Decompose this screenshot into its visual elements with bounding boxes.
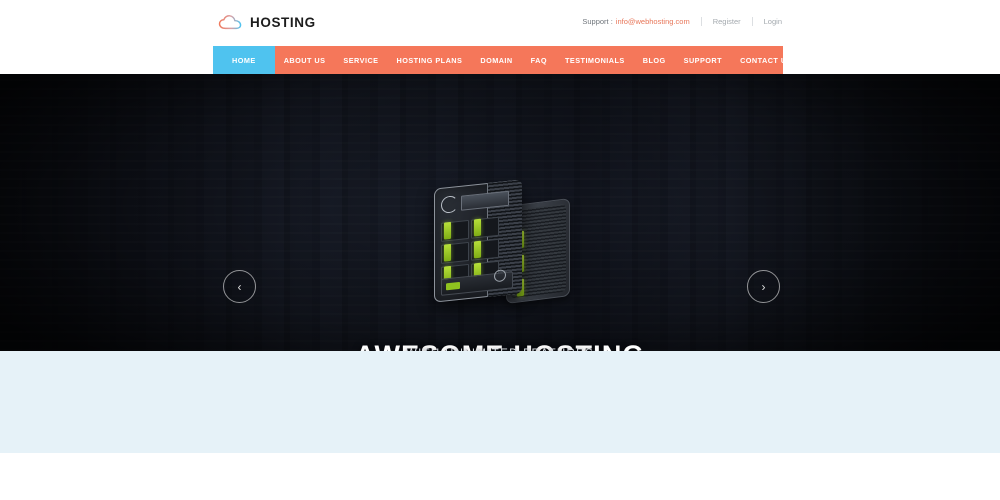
logo-text: HOSTING	[250, 15, 316, 31]
server-towers-image	[424, 178, 584, 308]
top-bar: HOSTING Support : info@webhosting.com Re…	[0, 0, 1000, 45]
support-label: Support :	[582, 17, 613, 26]
nav-item-service[interactable]: SERVICE	[334, 46, 387, 74]
server-led	[444, 243, 451, 262]
nav-item-about-us[interactable]: ABOUT US	[275, 46, 335, 74]
nav-item-domain[interactable]: DOMAIN	[471, 46, 521, 74]
nav-divider	[751, 17, 753, 26]
nav-item-testimonials[interactable]: TESTIMONIALS	[556, 46, 634, 74]
nav-item-support[interactable]: SUPPORT	[675, 46, 731, 74]
register-link[interactable]: Register	[713, 17, 741, 26]
server-led	[474, 218, 481, 237]
server-led	[474, 240, 481, 259]
domain-search-section: SEARCH YOUR DOMAIN Year (0-1 year) ▼ .co…	[0, 351, 1000, 453]
hero-carousel: AWESOME HOSTING WITH UNLIMITED FEATURES …	[0, 74, 1000, 351]
nav-item-blog[interactable]: BLOG	[634, 46, 675, 74]
features-section: OUR FEATURES	[0, 453, 1000, 500]
nav-item-faq[interactable]: FAQ	[522, 46, 556, 74]
chevron-left-icon: ‹	[237, 279, 242, 294]
server-led	[444, 221, 451, 240]
hosting-landing-page: HOSTING Support : info@webhosting.com Re…	[0, 0, 1000, 500]
site-logo[interactable]: HOSTING	[218, 13, 316, 33]
utility-nav: Support : info@webhosting.com Register L…	[582, 17, 782, 26]
server-brand-mark	[441, 195, 458, 214]
login-link[interactable]: Login	[764, 17, 782, 26]
carousel-prev-button[interactable]: ‹	[223, 270, 256, 303]
nav-item-hosting-plans[interactable]: HOSTING PLANS	[387, 46, 471, 74]
cloud-icon	[218, 13, 244, 33]
server-tower-front	[434, 179, 522, 303]
carousel-next-button[interactable]: ›	[747, 270, 780, 303]
support-email-link[interactable]: info@webhosting.com	[616, 17, 690, 26]
server-status-chip	[446, 281, 460, 291]
chevron-right-icon: ›	[761, 279, 766, 294]
nav-item-contact-us[interactable]: CONTACT US	[731, 46, 801, 74]
nav-item-home[interactable]: HOME	[213, 46, 275, 74]
server-power-dial	[494, 269, 506, 283]
nav-divider	[700, 17, 702, 26]
main-navigation: HOME ABOUT US SERVICE HOSTING PLANS DOMA…	[213, 46, 791, 74]
